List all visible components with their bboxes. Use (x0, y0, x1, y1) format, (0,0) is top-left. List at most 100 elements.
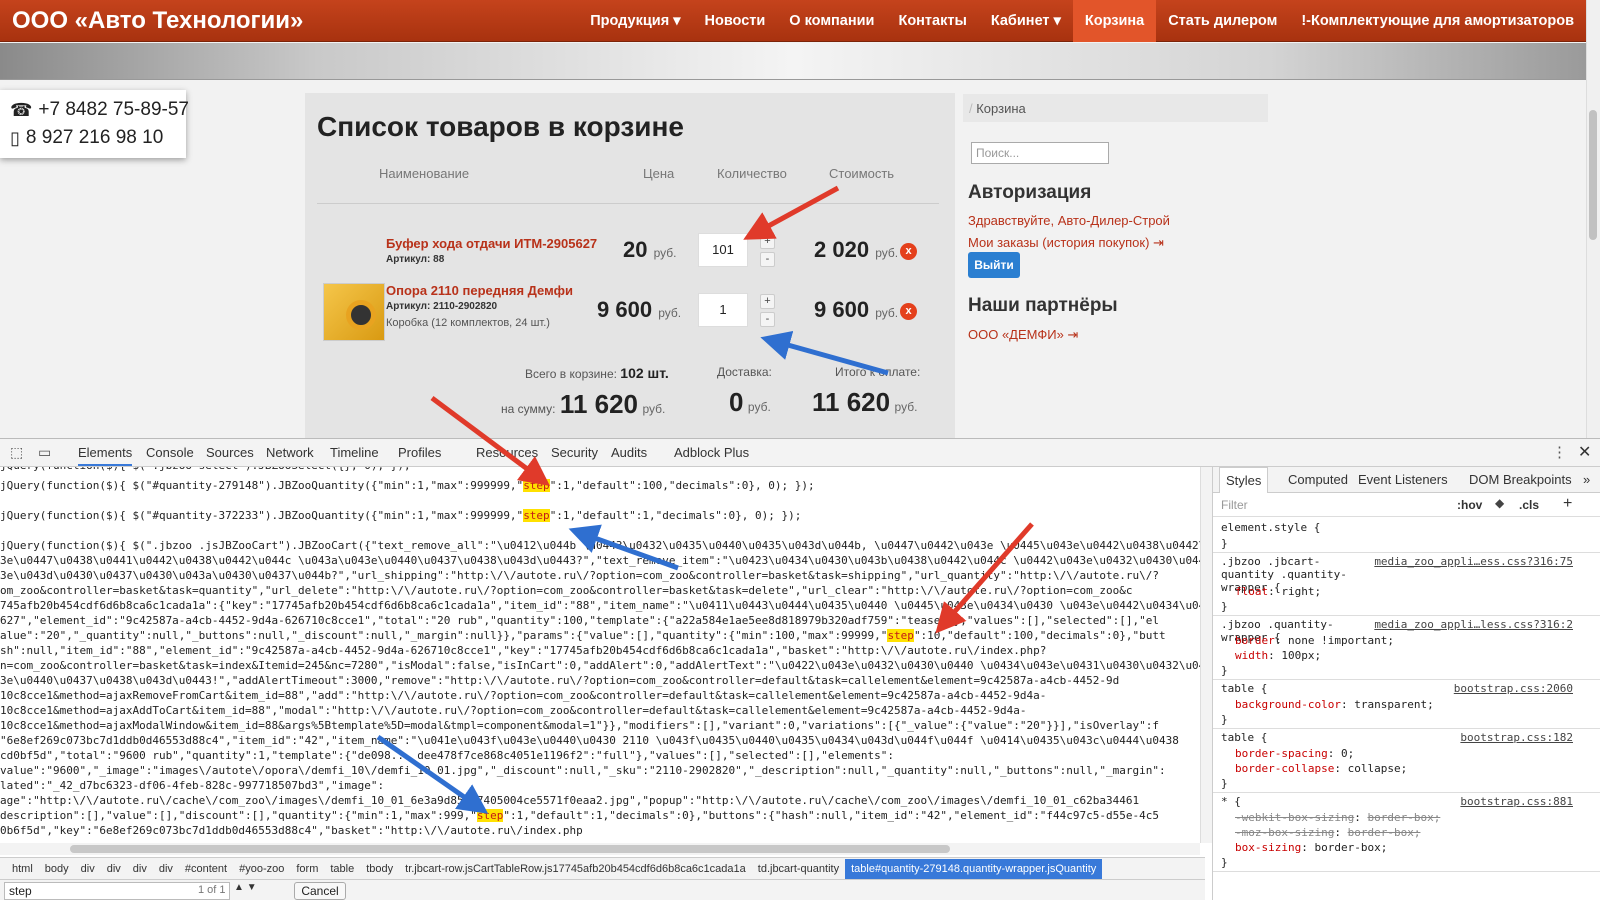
devtools-tab-console[interactable]: Console (146, 445, 194, 460)
remove-item-button[interactable]: x (900, 243, 917, 260)
code-vertical-scrollbar[interactable] (1200, 467, 1212, 843)
site-brand[interactable]: ООО «Авто Технологии» (12, 7, 303, 35)
devtools-tab-elements[interactable]: Elements (78, 445, 133, 466)
css-property[interactable]: width: 100px; (1235, 649, 1321, 662)
class-toggle[interactable]: .cls (1519, 498, 1539, 512)
dom-breadcrumb-item[interactable]: form (290, 863, 324, 875)
css-source-link[interactable]: bootstrap.css:182 (1460, 731, 1573, 744)
code-line[interactable]: 10c8cce1&method=ajaxRemoveFromCart&item_… (0, 689, 1046, 702)
find-prev-icon[interactable]: ▲ (234, 882, 244, 893)
css-property[interactable]: border-spacing: 0; (1235, 747, 1354, 760)
code-line[interactable]: 3e\u043d\u0430\u0437\u0430\u043a\u0430\u… (0, 569, 1159, 582)
css-selector[interactable]: table { (1221, 731, 1267, 744)
dom-breadcrumb-item[interactable]: #content (179, 863, 233, 875)
code-line[interactable]: 627","element_id":"9c42587a-a4cb-4452-9d… (0, 614, 1159, 627)
inspect-icon[interactable]: ⬚ (10, 444, 23, 461)
color-format-icon[interactable]: ◆ (1495, 496, 1504, 510)
nav-item-contacts[interactable]: Контакты (886, 0, 978, 42)
product-thumbnail[interactable] (323, 283, 385, 341)
css-property[interactable]: -moz-box-sizing: border-box; (1235, 826, 1420, 839)
source-code-view[interactable]: jQuery(function($){ $(".jbzoo-select").J… (0, 467, 1200, 843)
dom-breadcrumb-item[interactable]: td.jbcart-quantity (752, 863, 845, 875)
code-line[interactable]: cd0bf5d","total":"9600 rub","quantity":1… (0, 749, 894, 762)
find-next-icon[interactable]: ▼ (247, 882, 257, 893)
code-line[interactable]: 745afb20b454cdf6d6b8ca6c1cada1a":{"key":… (0, 599, 1200, 612)
code-line[interactable]: 3e\u0440\u0437\u0438\u043d\u0443!","addA… (0, 674, 1119, 687)
css-selector[interactable]: element.style { (1221, 521, 1320, 534)
device-mode-icon[interactable]: ▭ (38, 444, 51, 461)
nav-item-cabinet[interactable]: Кабинет ▾ (979, 0, 1073, 42)
product-name-link[interactable]: Опора 2110 передняя Демфи (386, 283, 573, 298)
code-line[interactable]: 3e\u0447\u0438\u0441\u0442\u0438\u0442\u… (0, 554, 1200, 567)
css-source-link[interactable]: bootstrap.css:881 (1460, 795, 1573, 808)
remove-item-button[interactable]: x (900, 303, 917, 320)
css-property[interactable]: float: right; (1235, 585, 1321, 598)
css-property[interactable]: border-collapse: collapse; (1235, 762, 1407, 775)
tab-event-listeners[interactable]: Event Listeners (1358, 472, 1448, 487)
hover-state-toggle[interactable]: :hov (1457, 498, 1482, 512)
css-property[interactable]: -webkit-box-sizing: border-box; (1235, 811, 1440, 824)
css-property[interactable]: border: none !important; (1235, 634, 1394, 647)
nav-item-components[interactable]: !-Комплектующие для амортизаторов (1289, 0, 1586, 42)
qty-minus-button[interactable]: - (760, 252, 775, 267)
dom-breadcrumb-item[interactable]: div (75, 863, 101, 875)
code-line[interactable]: 10c8cce1&method=ajaxModalWindow&item_id=… (0, 719, 1159, 732)
tab-styles[interactable]: Styles (1219, 467, 1269, 493)
code-line[interactable]: sh":null,"item_id":"88","element_id":"9c… (0, 644, 1046, 657)
find-cancel-button[interactable]: Cancel (294, 882, 346, 900)
code-line[interactable]: 10c8cce1&method=ajaxAddToCart&item_id=88… (0, 704, 1027, 717)
horizontal-scroll-thumb[interactable] (70, 845, 950, 853)
phone-number[interactable]: +7 8482 75-89-57 (38, 99, 189, 121)
close-icon[interactable]: ✕ (1578, 442, 1591, 462)
code-line[interactable]: om_zoo&controller=basket&task=quantity",… (0, 584, 1132, 597)
search-input[interactable]: Поиск... (971, 142, 1109, 164)
dom-breadcrumb-item[interactable]: div (153, 863, 179, 875)
devtools-tab-security[interactable]: Security (551, 445, 598, 460)
more-tabs-icon[interactable]: » (1583, 472, 1590, 487)
code-line[interactable]: lated":"_42_d7bc6323-df06-4feb-828c-9977… (0, 779, 384, 792)
devtools-tab-timeline[interactable]: Timeline (330, 445, 379, 460)
devtools-tab-profiles[interactable]: Profiles (398, 445, 441, 460)
devtools-tab-resources[interactable]: Resources (476, 445, 538, 460)
mobile-number[interactable]: 8 927 216 98 10 (26, 127, 163, 149)
css-property[interactable]: box-sizing: border-box; (1235, 841, 1387, 854)
code-line[interactable]: jQuery(function($){ $("#quantity-372233"… (0, 509, 801, 522)
greeting-link[interactable]: Здравствуйте, Авто-Дилер-Строй (968, 213, 1170, 228)
css-selector[interactable]: * { (1221, 795, 1241, 808)
css-selector[interactable]: table { (1221, 682, 1267, 695)
dom-breadcrumb-item[interactable]: #yoo-zoo (233, 863, 290, 875)
product-name-link[interactable]: Буфер хода отдачи ИТМ-2905627 (386, 236, 597, 251)
quantity-input[interactable]: 101 (698, 233, 748, 267)
code-line[interactable]: 0b6f5d","key":"6e8ef269c073bc7d1ddb0d465… (0, 824, 583, 837)
code-line[interactable]: age":"http:\/\/autote.ru\/cache\/com_zoo… (0, 794, 1139, 807)
nav-item-cart[interactable]: Корзина (1072, 0, 1157, 42)
qty-plus-button[interactable]: + (760, 234, 775, 249)
dom-breadcrumb-item[interactable]: tbody (360, 863, 399, 875)
nav-item-about[interactable]: О компании (777, 0, 886, 42)
find-input[interactable]: step (4, 882, 230, 900)
css-source-link[interactable]: bootstrap.css:2060 (1454, 682, 1573, 695)
dom-breadcrumb-item[interactable]: body (39, 863, 75, 875)
page-scrollbar-thumb[interactable] (1589, 110, 1597, 240)
dom-breadcrumb-item[interactable]: table#quantity-279148.quantity-wrapper.j… (845, 858, 1103, 879)
code-line[interactable]: jQuery(function($){ $(".jbzoo .jsJBZooCa… (0, 539, 1200, 552)
devtools-tab-sources[interactable]: Sources (206, 445, 254, 460)
add-rule-icon[interactable]: + (1563, 495, 1572, 513)
tab-computed[interactable]: Computed (1288, 472, 1348, 487)
code-line[interactable]: value":"9600","_image":"images\/autote\/… (0, 764, 1166, 777)
dom-breadcrumb-item[interactable]: tr.jbcart-row.jsCartTableRow.js17745afb2… (399, 863, 752, 875)
code-line[interactable]: "6e8ef269c073bc7d1ddb0d46553d88c4","item… (0, 734, 1179, 747)
devtools-tab-adblock-plus[interactable]: Adblock Plus (674, 445, 749, 460)
qty-minus-button[interactable]: - (760, 312, 775, 327)
dom-breadcrumb-item[interactable]: html (6, 863, 39, 875)
nav-item-news[interactable]: Новости (692, 0, 777, 42)
dom-breadcrumb-item[interactable]: table (324, 863, 360, 875)
logout-button[interactable]: Выйти (968, 252, 1020, 278)
quantity-input[interactable]: 1 (698, 293, 748, 327)
nav-item-products[interactable]: Продукция ▾ (578, 0, 692, 42)
css-source-link[interactable]: media_zoo_appli…ess.css?316:75 (1374, 555, 1573, 568)
css-source-link[interactable]: media_zoo_appli…less.css?316:2 (1374, 618, 1573, 631)
dom-breadcrumb-item[interactable]: div (101, 863, 127, 875)
devtools-tab-audits[interactable]: Audits (611, 445, 647, 460)
code-line[interactable]: alue":"20","_quantity":null,"_buttons":n… (0, 629, 1166, 642)
